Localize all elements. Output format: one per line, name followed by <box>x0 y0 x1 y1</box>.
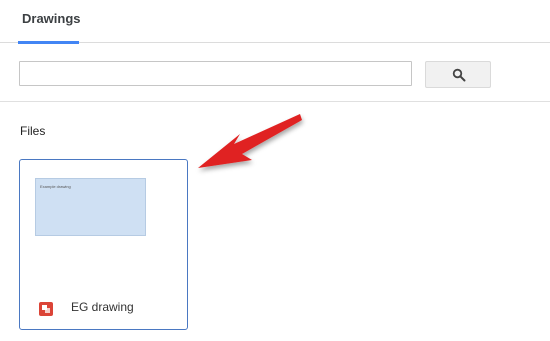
section-divider <box>0 101 550 102</box>
red-arrow-pointer-icon <box>198 114 302 168</box>
files-section-title: Files <box>20 124 46 138</box>
tab-drawings-label: Drawings <box>22 11 81 26</box>
file-card-eg-drawing[interactable]: Example drawing EG drawing <box>19 159 188 330</box>
search-button[interactable] <box>425 61 491 88</box>
tab-bar: Drawings <box>0 0 550 44</box>
file-thumbnail: Example drawing <box>35 178 146 236</box>
drawings-picker: Drawings Files Example drawing EG drawin… <box>0 0 550 341</box>
google-drawings-icon <box>39 302 53 316</box>
search-input[interactable] <box>19 61 412 86</box>
tab-drawings[interactable]: Drawings <box>18 0 81 44</box>
search-icon <box>452 68 466 82</box>
thumbnail-text: Example drawing <box>40 184 71 189</box>
file-name: EG drawing <box>71 300 134 314</box>
active-tab-indicator <box>18 41 79 44</box>
